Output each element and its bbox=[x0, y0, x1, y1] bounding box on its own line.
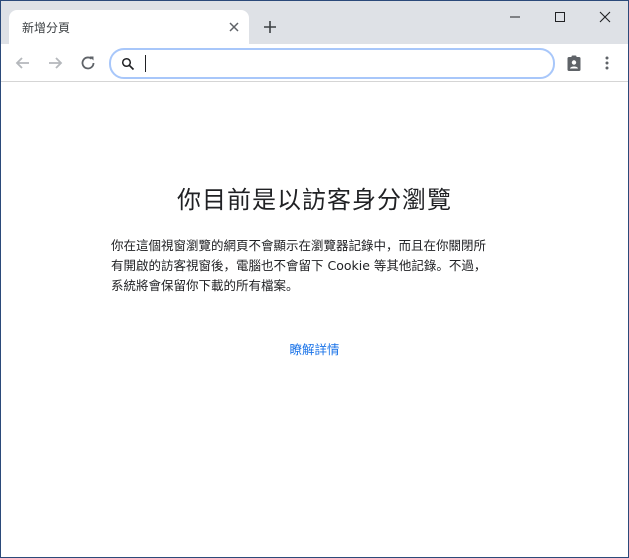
menu-button[interactable] bbox=[597, 53, 617, 73]
arrow-right-icon bbox=[49, 57, 63, 69]
description-line: 系統將會保留你下載的所有檔案。 bbox=[111, 278, 299, 293]
page-title: 你目前是以訪客身分瀏覽 bbox=[177, 186, 452, 214]
forward-button[interactable] bbox=[45, 53, 65, 73]
address-bar[interactable] bbox=[109, 48, 555, 79]
reload-icon bbox=[81, 56, 95, 70]
text-caret bbox=[145, 55, 146, 72]
minimize-button[interactable] bbox=[492, 1, 538, 33]
tab-new-tab[interactable]: 新增分頁 bbox=[9, 10, 249, 44]
tab-strip: 新增分頁 bbox=[1, 1, 628, 44]
minimize-icon bbox=[510, 16, 520, 18]
back-button[interactable] bbox=[13, 53, 33, 73]
kebab-menu-icon bbox=[605, 56, 609, 70]
browser-window: 新增分頁 你目前是以訪客身分瀏覽 你在這個視窗瀏覽的網頁不會顯示在瀏覽器記錄中，… bbox=[0, 0, 629, 558]
close-icon[interactable] bbox=[227, 20, 241, 34]
description-line: 有開啟的訪客視窗後，電腦也不會留下 Cookie 等其他記錄。不過， bbox=[111, 258, 487, 273]
reload-button[interactable] bbox=[78, 53, 98, 73]
maximize-button[interactable] bbox=[537, 1, 583, 33]
tab-title: 新增分頁 bbox=[22, 21, 71, 35]
plus-icon[interactable] bbox=[262, 19, 278, 35]
maximize-icon bbox=[555, 12, 565, 22]
search-icon bbox=[121, 57, 135, 71]
close-window-button[interactable] bbox=[582, 1, 628, 33]
arrow-left-icon bbox=[15, 57, 29, 69]
toolbar bbox=[1, 44, 628, 82]
guest-description: 你在這個視窗瀏覽的網頁不會顯示在瀏覽器記錄中，而且在你關閉所 有開啟的訪客視窗後… bbox=[111, 236, 526, 296]
learn-more-link[interactable]: 瞭解詳情 bbox=[1, 339, 628, 358]
guest-profile-button[interactable] bbox=[564, 53, 584, 73]
description-line: 你在這個視窗瀏覽的網頁不會顯示在瀏覽器記錄中，而且在你關閉所 bbox=[111, 238, 487, 253]
guest-page: 你目前是以訪客身分瀏覽 你在這個視窗瀏覽的網頁不會顯示在瀏覽器記錄中，而且在你關… bbox=[1, 82, 628, 557]
address-input[interactable] bbox=[143, 53, 543, 73]
guest-badge-icon bbox=[567, 55, 581, 71]
close-icon bbox=[599, 11, 611, 23]
